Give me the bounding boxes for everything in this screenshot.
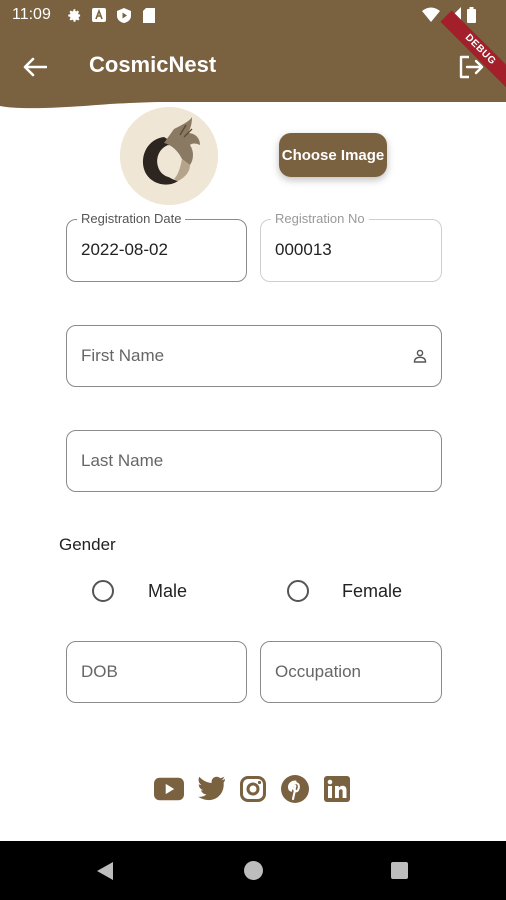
- nav-back-icon[interactable]: [96, 861, 114, 881]
- gender-label-female[interactable]: Female: [342, 581, 402, 602]
- registration-date-label: Registration Date: [77, 211, 186, 226]
- nav-recent-icon[interactable]: [391, 862, 408, 879]
- status-time: 11:09: [12, 6, 51, 23]
- registration-no-field: Registration No 000013: [260, 211, 442, 282]
- registration-date-field[interactable]: Registration Date 2022-08-02: [66, 211, 247, 282]
- choose-image-button[interactable]: Choose Image: [279, 133, 387, 177]
- social-links: [154, 774, 352, 804]
- shield-play-icon: [116, 7, 132, 23]
- registration-no-label: Registration No: [271, 211, 369, 226]
- status-icons-left: [66, 7, 157, 23]
- wifi-icon: [422, 7, 440, 28]
- arrow-left-icon: [23, 57, 47, 77]
- registration-date-value: 2022-08-02: [81, 240, 168, 259]
- instagram-icon[interactable]: [238, 774, 268, 804]
- navigation-bar: [0, 841, 506, 900]
- app-bar-curve: [0, 96, 506, 109]
- battery-icon: [467, 7, 476, 28]
- gear-icon: [66, 7, 82, 23]
- gender-radio-male[interactable]: [92, 580, 114, 602]
- first-name-placeholder: First Name: [81, 346, 165, 365]
- status-bar: 11:09: [0, 0, 506, 30]
- horse-logo-icon: [120, 107, 218, 205]
- linkedin-icon[interactable]: [322, 774, 352, 804]
- occupation-field[interactable]: Occupation: [260, 641, 442, 703]
- last-name-field[interactable]: Last Name: [66, 430, 442, 492]
- sd-card-icon: [141, 7, 157, 23]
- app-title: CosmicNest: [89, 52, 217, 77]
- app-bar: CosmicNest DEBUG: [0, 10, 506, 102]
- back-button[interactable]: [18, 50, 52, 84]
- gender-label-male[interactable]: Male: [148, 581, 187, 602]
- avatar[interactable]: [120, 107, 218, 205]
- last-name-placeholder: Last Name: [81, 451, 164, 470]
- nav-home-icon[interactable]: [244, 861, 263, 880]
- first-name-field[interactable]: First Name: [66, 325, 442, 387]
- pinterest-icon[interactable]: [280, 774, 310, 804]
- a-icon: [91, 7, 107, 23]
- twitter-icon[interactable]: [196, 774, 226, 804]
- gender-label: Gender: [59, 535, 116, 554]
- gender-radio-female[interactable]: [287, 580, 309, 602]
- person-icon: [413, 349, 427, 363]
- dob-field[interactable]: DOB: [66, 641, 247, 703]
- occupation-placeholder: Occupation: [275, 662, 361, 681]
- youtube-icon[interactable]: [154, 774, 184, 804]
- registration-no-value: 000013: [275, 240, 332, 259]
- dob-placeholder: DOB: [81, 662, 118, 681]
